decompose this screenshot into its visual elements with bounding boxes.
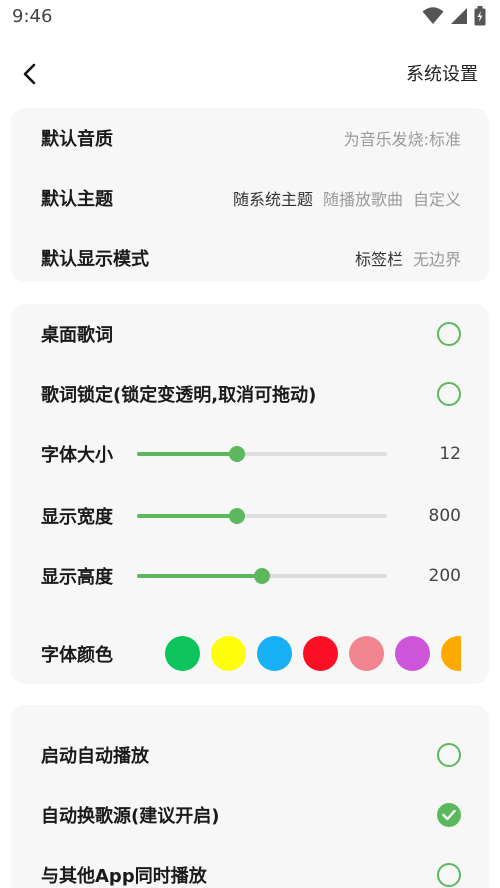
- default-quality-value[interactable]: 为音乐发烧:标准: [344, 126, 461, 150]
- display-width-label: 显示宽度: [41, 507, 113, 528]
- color-swatch[interactable]: [165, 636, 200, 671]
- auto-switch-source-toggle[interactable]: [437, 803, 461, 827]
- display-width-value: 800: [428, 506, 461, 526]
- display-mode-label: 默认显示模式: [41, 249, 149, 270]
- header: 系统设置: [0, 50, 500, 98]
- display-width-row: 显示宽度 800: [11, 496, 489, 536]
- auto-switch-source-label: 自动换歌源(建议开启): [41, 806, 220, 827]
- display-height-row: 显示高度 200: [11, 556, 489, 596]
- checkmark-icon: [442, 806, 456, 825]
- wifi-icon: [422, 7, 444, 29]
- default-quality-row[interactable]: 默认音质 为音乐发烧:标准: [11, 118, 489, 158]
- default-quality-label: 默认音质: [41, 129, 113, 150]
- font-size-slider[interactable]: [137, 442, 387, 466]
- font-size-row: 字体大小 12: [11, 434, 489, 474]
- font-color-label: 字体颜色: [41, 645, 113, 666]
- display-mode-options: 标签栏 无边界: [355, 246, 461, 270]
- desktop-lyrics-row[interactable]: 桌面歌词: [11, 314, 489, 354]
- theme-options: 随系统主题 随播放歌曲 自定义: [233, 186, 461, 210]
- color-swatch[interactable]: [349, 636, 384, 671]
- color-swatch[interactable]: [257, 636, 292, 671]
- desktop-lyrics-label: 桌面歌词: [41, 325, 113, 346]
- auto-switch-source-row[interactable]: 自动换歌源(建议开启): [11, 795, 489, 835]
- slider-fill: [137, 514, 237, 518]
- slider-thumb[interactable]: [254, 568, 270, 584]
- display-mode-option-tabbar[interactable]: 标签栏: [355, 246, 403, 270]
- slider-thumb[interactable]: [229, 508, 245, 524]
- chevron-left-icon: [20, 62, 40, 90]
- slider-fill: [137, 574, 262, 578]
- auto-play-row[interactable]: 启动自动播放: [11, 735, 489, 775]
- display-width-slider[interactable]: [137, 504, 387, 528]
- display-height-label: 显示高度: [41, 567, 113, 588]
- status-time: 9:46: [12, 6, 53, 27]
- display-mode-option-borderless[interactable]: 无边界: [413, 246, 461, 270]
- display-height-value: 200: [428, 566, 461, 586]
- color-swatch[interactable]: [211, 636, 246, 671]
- back-button[interactable]: [14, 60, 46, 92]
- page-title: 系统设置: [406, 64, 478, 85]
- slider-thumb[interactable]: [229, 446, 245, 462]
- mix-with-others-toggle[interactable]: [437, 863, 461, 887]
- lyrics-settings-card: 桌面歌词 歌词锁定(锁定变透明,取消可拖动) 字体大小 12 显示宽度 800 …: [11, 304, 489, 684]
- color-swatch[interactable]: [395, 636, 430, 671]
- font-size-label: 字体大小: [41, 445, 113, 466]
- theme-option-system[interactable]: 随系统主题: [233, 186, 313, 210]
- status-icons: [422, 6, 486, 30]
- display-mode-row: 默认显示模式 标签栏 无边界: [11, 238, 489, 278]
- theme-option-custom[interactable]: 自定义: [413, 186, 461, 210]
- font-color-row: 字体颜色: [11, 634, 489, 674]
- lyrics-lock-row[interactable]: 歌词锁定(锁定变透明,取消可拖动): [11, 374, 489, 414]
- signal-icon: [450, 7, 468, 29]
- font-size-value: 12: [439, 444, 461, 464]
- display-height-slider[interactable]: [137, 564, 387, 588]
- auto-play-label: 启动自动播放: [41, 746, 149, 767]
- default-theme-row: 默认主题 随系统主题 随播放歌曲 自定义: [11, 178, 489, 218]
- playback-settings-card: 默认音质 为音乐发烧:标准 默认主题 随系统主题 随播放歌曲 自定义 默认显示模…: [11, 108, 489, 282]
- status-bar: 9:46: [0, 0, 500, 34]
- battery-icon: [474, 6, 486, 30]
- color-swatch[interactable]: [441, 636, 461, 671]
- font-color-swatches: [165, 634, 461, 674]
- theme-option-song[interactable]: 随播放歌曲: [323, 186, 403, 210]
- lyrics-lock-toggle[interactable]: [437, 382, 461, 406]
- mix-with-others-row[interactable]: 与其他App同时播放: [11, 855, 489, 888]
- general-settings-card: 启动自动播放 自动换歌源(建议开启) 与其他App同时播放: [11, 705, 489, 888]
- lyrics-lock-label: 歌词锁定(锁定变透明,取消可拖动): [41, 385, 317, 406]
- slider-fill: [137, 452, 237, 456]
- default-theme-label: 默认主题: [41, 189, 113, 210]
- mix-with-others-label: 与其他App同时播放: [41, 866, 207, 887]
- auto-play-toggle[interactable]: [437, 743, 461, 767]
- desktop-lyrics-toggle[interactable]: [437, 322, 461, 346]
- color-swatch[interactable]: [303, 636, 338, 671]
- default-quality-options: 为音乐发烧:标准: [344, 126, 461, 150]
